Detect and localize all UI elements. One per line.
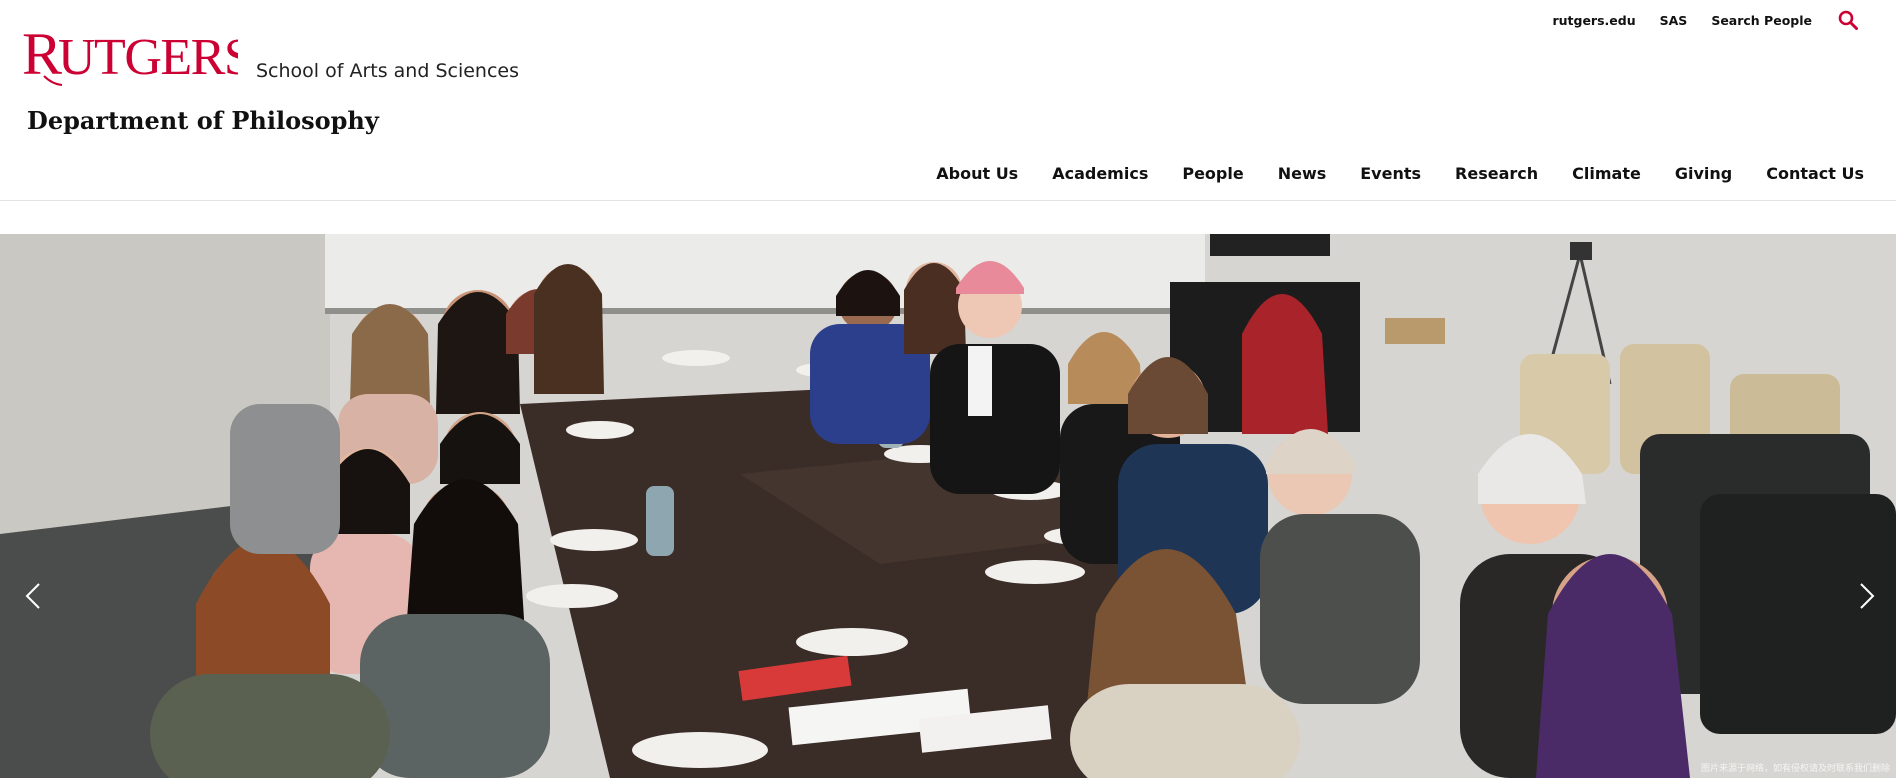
department-title[interactable]: Department of Philosophy	[27, 106, 379, 135]
site-header: R UTGERS School of Arts and Sciences Dep…	[0, 0, 1896, 201]
chevron-left-icon[interactable]	[18, 576, 48, 616]
nav-contact-us[interactable]: Contact Us	[1749, 164, 1864, 183]
nav-research[interactable]: Research	[1438, 164, 1555, 183]
nav-people[interactable]: People	[1165, 164, 1260, 183]
utility-link-search-people[interactable]: Search People	[1711, 13, 1812, 28]
utility-link-rutgers[interactable]: rutgers.edu	[1552, 13, 1635, 28]
hero-photo-group-meeting	[0, 234, 1896, 778]
nav-events[interactable]: Events	[1343, 164, 1438, 183]
nav-climate[interactable]: Climate	[1555, 164, 1658, 183]
hero-slideshow: 图片来源于网络，如有侵权请及时联系我们删除	[0, 234, 1896, 778]
svg-text:R: R	[22, 24, 62, 86]
utility-link-sas[interactable]: SAS	[1660, 13, 1688, 28]
nav-about-us[interactable]: About Us	[919, 164, 1035, 183]
school-name: School of Arts and Sciences	[256, 60, 520, 82]
nav-giving[interactable]: Giving	[1658, 164, 1749, 183]
svg-text:UTGERS: UTGERS	[58, 29, 238, 86]
utility-nav: rutgers.edu SAS Search People	[1552, 8, 1860, 32]
rutgers-logo: R UTGERS	[22, 21, 253, 87]
nav-academics[interactable]: Academics	[1035, 164, 1165, 183]
rutgers-wordmark: R UTGERS	[22, 21, 253, 96]
nav-news[interactable]: News	[1261, 164, 1344, 183]
main-nav: About Us Academics People News Events Re…	[919, 164, 1864, 183]
image-watermark: 图片来源于网络，如有侵权请及时联系我们删除	[1700, 764, 1890, 774]
rutgers-logo-link[interactable]: R UTGERS School of Arts and Sciences	[22, 21, 520, 96]
chevron-right-icon[interactable]	[1852, 576, 1882, 616]
search-icon[interactable]	[1836, 8, 1860, 32]
